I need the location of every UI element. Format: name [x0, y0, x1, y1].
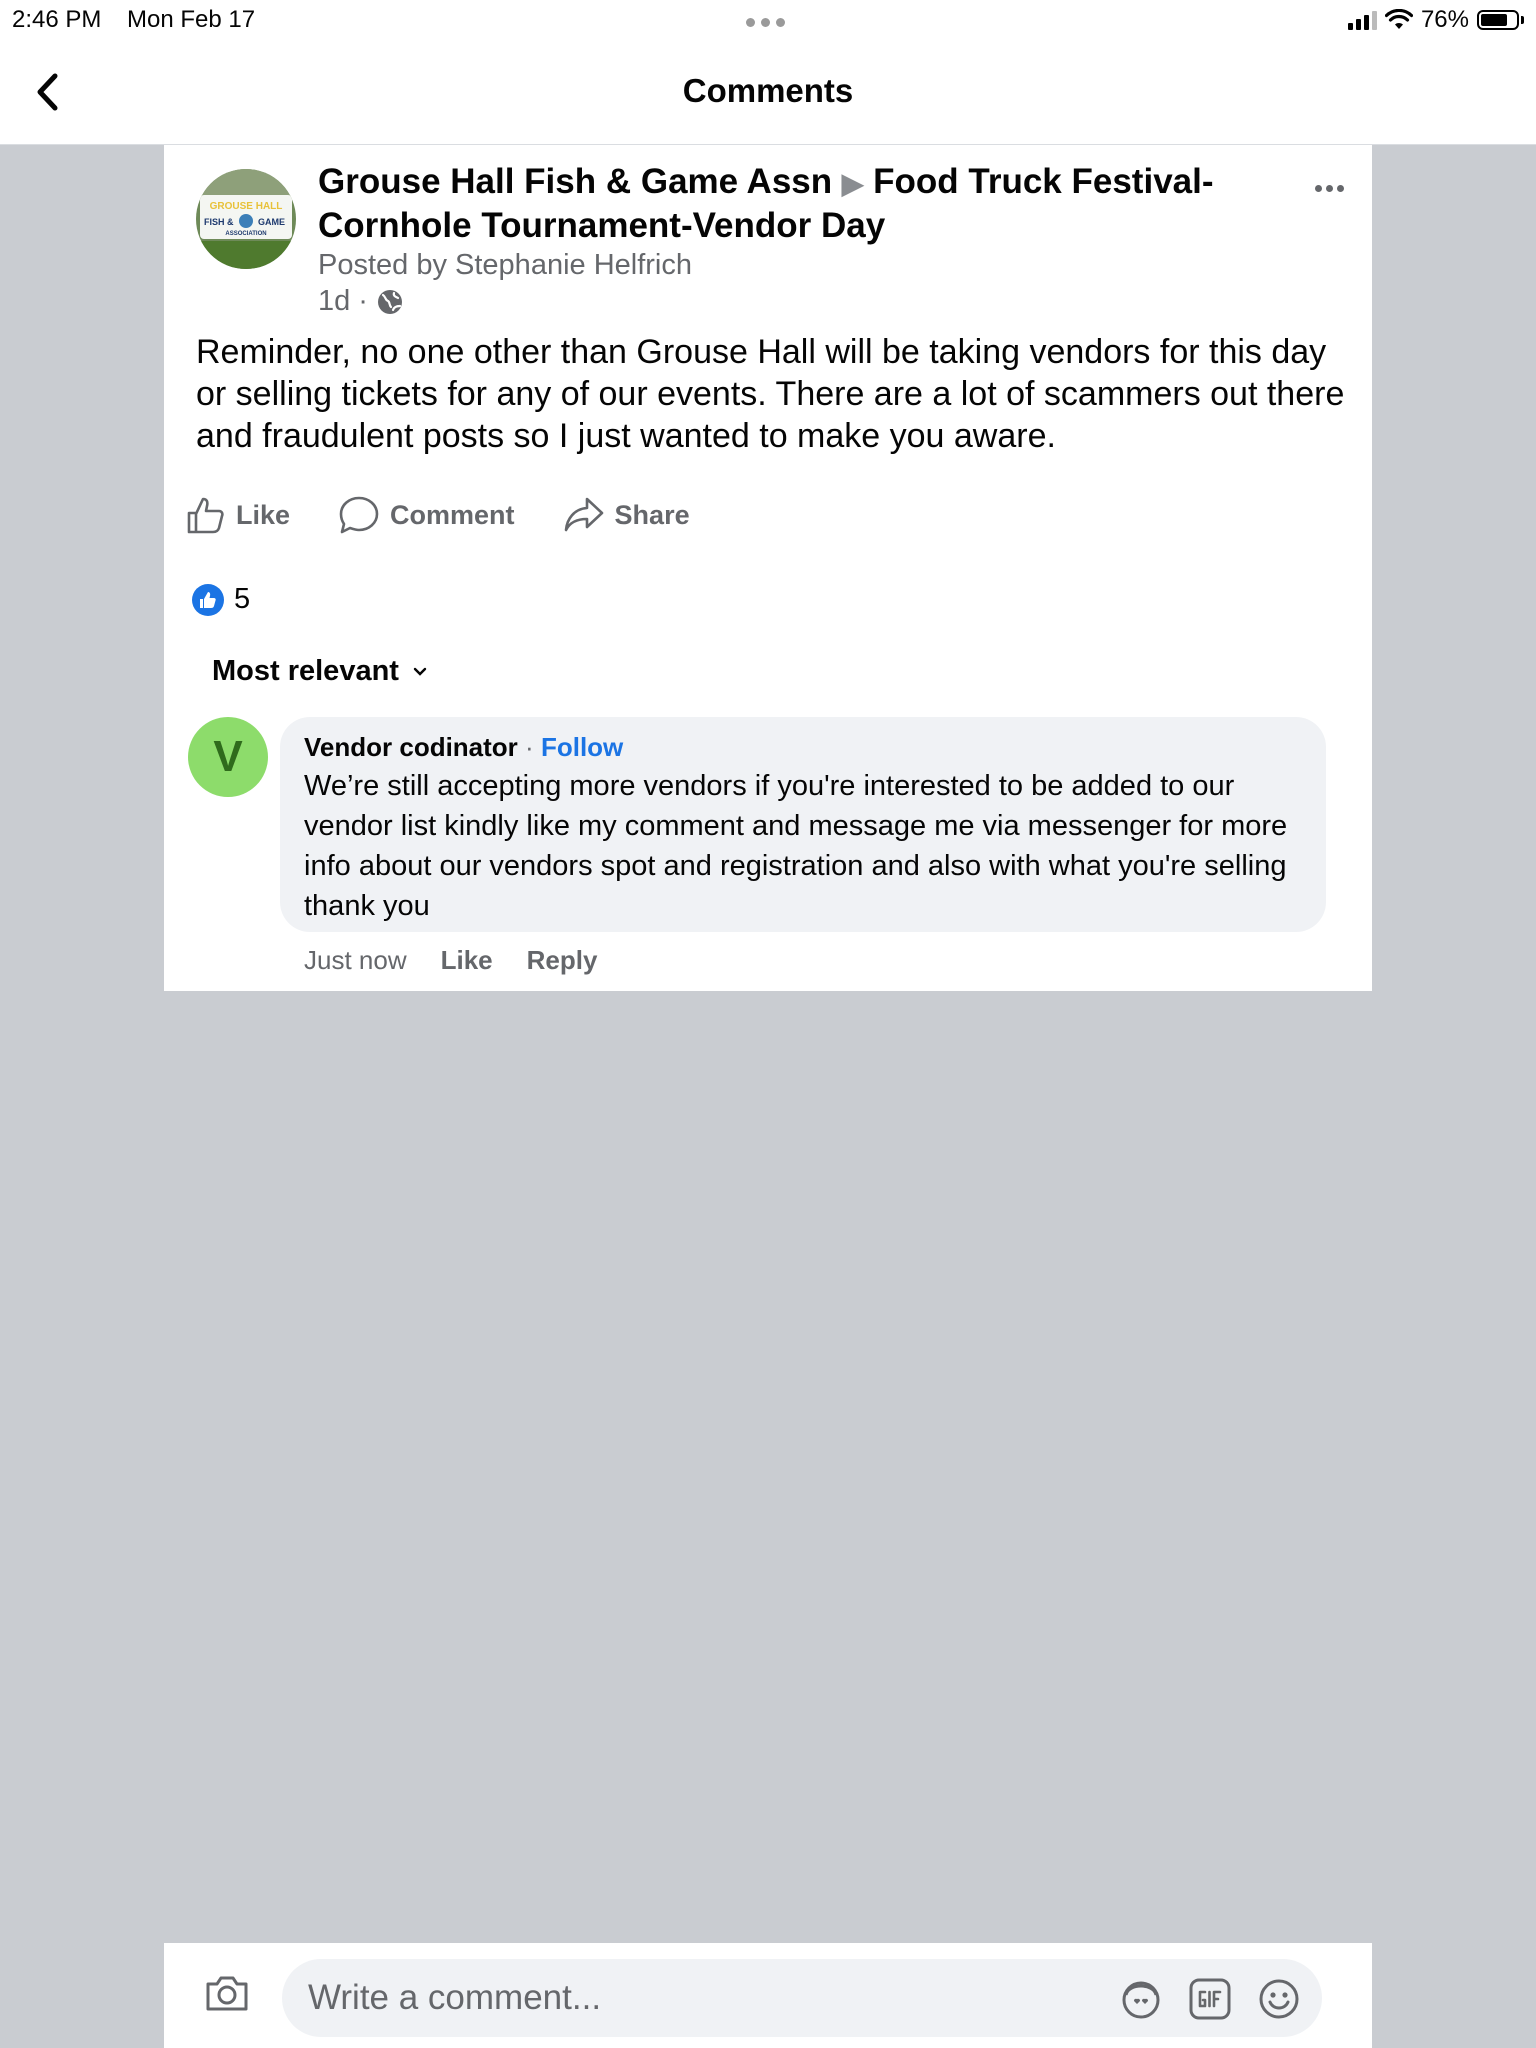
thumbs-up-icon	[187, 497, 224, 534]
like-reaction-icon	[192, 583, 224, 616]
dot-icon	[1315, 185, 1322, 192]
avatar-sticker-icon[interactable]	[1118, 1977, 1164, 2021]
reaction-summary[interactable]: 5	[192, 583, 250, 616]
chevron-down-icon	[413, 667, 427, 676]
page-avatar[interactable]: GROUSE HALL FISH & GAME ASSOCIATION	[196, 169, 296, 269]
posted-by[interactable]: Posted by Stephanie Helfrich	[318, 249, 692, 282]
like-label: Like	[236, 499, 291, 530]
comment-time: Just now	[304, 945, 407, 975]
grouse-hall-logo: GROUSE HALL FISH & GAME ASSOCIATION	[196, 169, 296, 269]
comment-input-placeholder: Write a comment...	[308, 1978, 602, 2017]
logo-text-top: GROUSE HALL	[210, 201, 283, 212]
page-title: Comments	[682, 72, 854, 109]
follow-button[interactable]: Follow	[541, 732, 623, 762]
comment-actions: Just now Like Reply	[304, 945, 597, 976]
comment-header-separator: ·	[525, 732, 534, 762]
comment-bubble: Vendor codinator · Follow We’re still ac…	[280, 717, 1326, 932]
nav-bar: Comments	[0, 40, 1536, 145]
post-meta: 1d ·	[318, 285, 404, 318]
multitasking-dots-icon[interactable]	[746, 14, 791, 32]
commenter-avatar[interactable]: V	[188, 717, 268, 797]
status-bar: 2:46 PM Mon Feb 17 76%	[0, 0, 1536, 40]
logo-text-left: FISH &	[204, 217, 234, 227]
triangle-right-icon: ▶	[841, 168, 864, 199]
page-name-link[interactable]: Grouse Hall Fish & Game Assn	[318, 162, 832, 201]
sort-dropdown[interactable]: Most relevant	[212, 655, 427, 688]
post-actions: Like Comment Share	[186, 495, 738, 535]
logo-text-right: GAME	[258, 217, 285, 227]
battery-percent: 76%	[1420, 6, 1469, 33]
more-options-button[interactable]	[1311, 179, 1344, 197]
status-date: Mon Feb 17	[127, 6, 256, 33]
emoji-icon[interactable]	[1256, 1977, 1302, 2021]
share-label: Share	[614, 499, 690, 530]
comment-button[interactable]: Comment	[338, 495, 515, 535]
sort-label: Most relevant	[212, 655, 399, 687]
post-time[interactable]: 1d	[318, 285, 350, 318]
status-time: 2:46 PM	[12, 6, 102, 33]
comment-bubble-icon	[339, 496, 379, 534]
wifi-icon	[1384, 9, 1413, 29]
comment-label: Comment	[390, 499, 515, 530]
globe-icon	[377, 289, 402, 314]
dot-icon	[1326, 185, 1333, 192]
logo-text-bottom: ASSOCIATION	[225, 231, 266, 237]
status-indicators: 76%	[1347, 6, 1524, 34]
post-body: Reminder, no one other than Grouse Hall …	[196, 333, 1345, 455]
share-arrow-icon	[564, 497, 603, 532]
comment-reply-button[interactable]: Reply	[527, 945, 598, 976]
comment-header: Vendor codinator · Follow	[304, 730, 1302, 764]
share-button[interactable]: Share	[563, 495, 690, 535]
composer-icons	[1118, 1977, 1302, 2021]
meta-separator: ·	[358, 285, 368, 317]
comment-input[interactable]: Write a comment...	[282, 1959, 1322, 2037]
post-header: Grouse Hall Fish & Game Assn ▶ Food Truc…	[318, 161, 1248, 247]
cellular-signal-icon	[1347, 10, 1377, 30]
comment-like-button[interactable]: Like	[441, 945, 493, 976]
post-card: GROUSE HALL FISH & GAME ASSOCIATION Grou…	[164, 145, 1372, 991]
like-button[interactable]: Like	[186, 495, 290, 535]
battery-icon	[1477, 10, 1524, 30]
dot-icon	[1337, 185, 1344, 192]
camera-button[interactable]	[204, 1973, 250, 2018]
camera-icon	[206, 1976, 248, 2011]
comment-author[interactable]: Vendor codinator	[304, 732, 518, 762]
reaction-count: 5	[234, 583, 251, 615]
comment-text: We’re still accepting more vendors if yo…	[304, 770, 1288, 922]
comment-composer: Write a comment...	[164, 1943, 1372, 2048]
gif-icon[interactable]	[1188, 1977, 1232, 2021]
